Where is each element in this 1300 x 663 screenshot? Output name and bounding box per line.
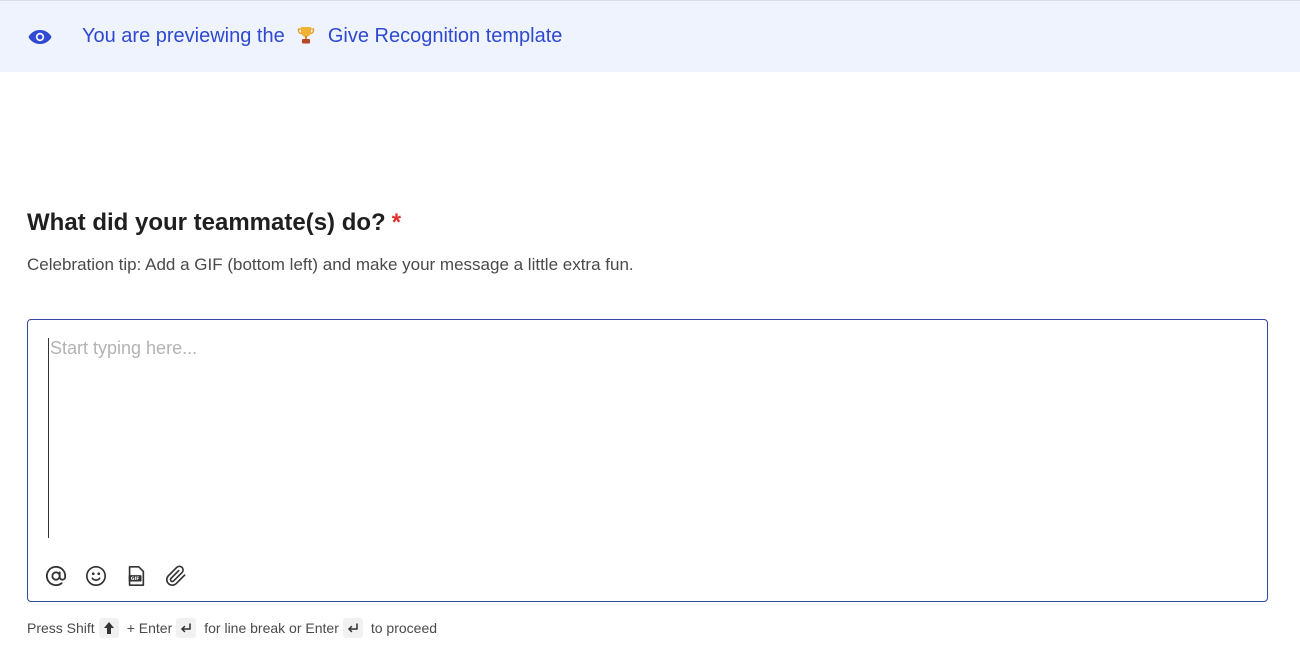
banner-prefix: You are previewing the <box>82 25 285 47</box>
shift-key-icon <box>98 618 119 638</box>
mention-button[interactable] <box>44 564 68 588</box>
preview-banner-text: You are previewing the Give Recognition … <box>82 25 562 48</box>
hint-press-shift: Press Shift <box>27 620 95 636</box>
trophy-icon <box>298 27 315 44</box>
gif-button[interactable]: GIF <box>124 564 148 588</box>
paperclip-icon <box>165 565 186 586</box>
eye-icon <box>28 30 52 44</box>
gif-icon: GIF <box>128 566 145 586</box>
preview-banner: You are previewing the Give Recognition … <box>0 0 1300 72</box>
enter-key-icon <box>342 618 363 638</box>
emoji-button[interactable] <box>84 564 108 588</box>
hint-plus-enter: + Enter <box>126 620 173 636</box>
question-title-text: What did your teammate(s) do? <box>27 209 386 236</box>
banner-template-name: Give Recognition template <box>327 25 563 47</box>
editor-toolbar: GIF <box>44 564 188 588</box>
hint-proceed: to proceed <box>370 620 438 636</box>
required-mark: * <box>391 209 402 236</box>
enter-key-icon <box>176 618 197 638</box>
keyboard-hint: Press Shift + Enter for line break or En… <box>27 618 437 638</box>
smiley-icon <box>86 566 106 586</box>
message-editor[interactable]: GIF <box>27 319 1268 602</box>
at-sign-icon <box>45 565 67 586</box>
hint-line-break: for line break or Enter <box>204 620 339 636</box>
attachment-button[interactable] <box>164 564 188 588</box>
question-hint: Celebration tip: Add a GIF (bottom left)… <box>27 255 634 274</box>
svg-text:GIF: GIF <box>131 576 140 582</box>
message-input[interactable] <box>48 338 1240 538</box>
question-title: What did your teammate(s) do? * <box>27 209 401 237</box>
